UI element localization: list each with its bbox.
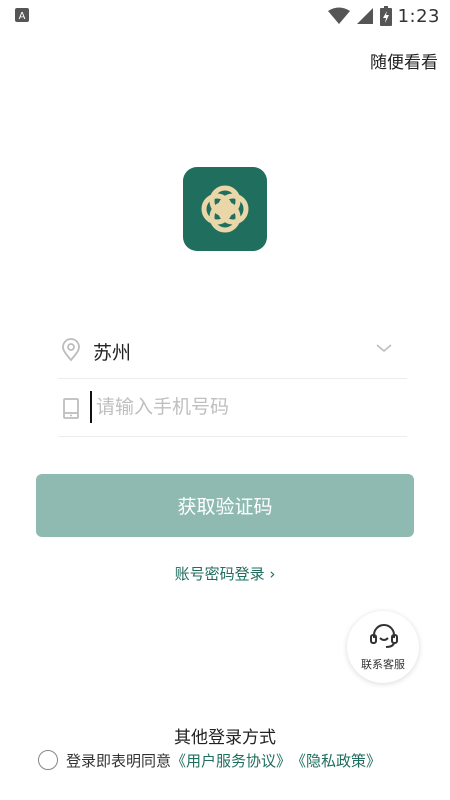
other-login-methods: 其他登录方式 [174,728,276,748]
agreement-checkbox[interactable] [38,750,58,770]
agreement-row: 登录即表明同意 《用户服务协议》 《隐私政策》 [38,748,381,772]
app-logo [183,167,267,251]
app-logo-icon [201,185,249,233]
privacy-policy-link[interactable]: 《隐私政策》 [291,750,381,771]
a-icon: A [15,8,29,22]
city-value: 苏州 [93,342,132,364]
phone-input[interactable] [90,391,396,423]
phone-field [58,380,407,437]
status-time: 1:23 [397,5,440,27]
password-login-link[interactable]: 账号密码登录 › [0,563,450,584]
agreement-prefix: 登录即表明同意 [66,751,172,770]
svg-text:A: A [19,11,26,22]
customer-service-button[interactable]: 联系客服 [347,611,419,683]
user-agreement-link[interactable]: 《用户服务协议》 [171,750,291,771]
signal-icon [356,8,373,24]
wifi-icon [327,7,350,24]
phone-icon [63,398,79,419]
status-icons: 1:23 [327,4,440,28]
city-selector[interactable]: 苏州 [58,322,407,379]
get-code-button[interactable]: 获取验证码 [36,474,414,537]
headset-icon [370,624,398,648]
customer-service-label: 联系客服 [361,658,405,671]
chevron-down-icon[interactable] [375,342,393,354]
battery-charging-icon [379,6,392,26]
status-bar: A 1:23 [0,0,450,32]
location-pin-icon [62,338,80,362]
browse-link[interactable]: 随便看看 [370,48,438,73]
